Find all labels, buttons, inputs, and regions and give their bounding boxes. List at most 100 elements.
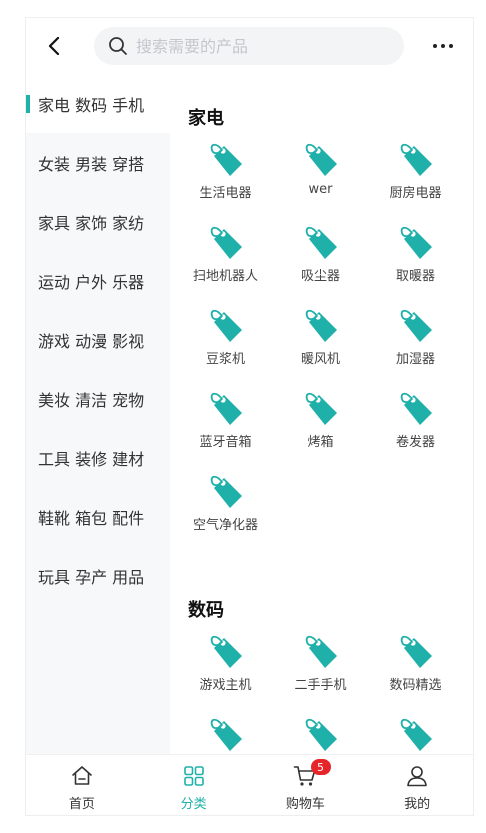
more-dot-icon bbox=[441, 44, 445, 48]
price-tag-icon bbox=[305, 226, 337, 259]
sidebar-item-sports[interactable]: 运动 户外 乐器 bbox=[26, 251, 170, 310]
category-item-label: 烤箱 bbox=[307, 435, 334, 450]
sidebar-item-tools[interactable]: 工具 装修 建材 bbox=[26, 428, 170, 487]
price-tag-icon bbox=[305, 635, 337, 668]
category-item[interactable]: 取暖器 bbox=[368, 217, 463, 300]
price-tag-icon bbox=[305, 392, 337, 425]
price-tag-icon bbox=[400, 309, 432, 342]
section-title: 家电 bbox=[188, 108, 224, 129]
category-item[interactable]: 暖风机 bbox=[273, 300, 368, 383]
sidebar-item-clothing[interactable]: 女装 男装 穿搭 bbox=[26, 133, 170, 192]
sidebar-item-shoes-bags[interactable]: 鞋靴 箱包 配件 bbox=[26, 487, 170, 546]
price-tag-icon bbox=[400, 635, 432, 668]
tab-label: 分类 bbox=[180, 797, 207, 812]
tab-label: 我的 bbox=[404, 797, 431, 812]
category-item-label: 游戏主机 bbox=[199, 678, 252, 693]
category-grid: 游戏主机 二手手机 数码精选 bbox=[170, 626, 473, 754]
price-tag-icon bbox=[210, 143, 242, 176]
category-item[interactable] bbox=[178, 709, 273, 754]
tab-home[interactable]: 首页 bbox=[26, 755, 138, 815]
category-item-label: 暖风机 bbox=[300, 352, 340, 367]
app-frame: 家电 数码 手机 女装 男装 穿搭 家具 家饰 家纺 运动 户外 乐器 游戏 动… bbox=[25, 17, 474, 816]
category-item-label: 空气净化器 bbox=[192, 518, 258, 533]
category-content: 家电 生活电器 wer 厨房电器扫地机器人 吸尘器 取暖器豆浆机 暖风机 加湿器蓝牙音箱 烤箱… bbox=[170, 74, 473, 754]
sidebar-item-label: 家电 数码 手机 bbox=[38, 95, 145, 115]
price-tag-icon bbox=[400, 392, 432, 425]
back-button[interactable] bbox=[40, 32, 68, 60]
category-grid: 生活电器 wer 厨房电器扫地机器人 吸尘器 取暖器豆浆机 暖风机 加湿器蓝牙音箱 烤箱 卷发器… bbox=[170, 134, 473, 549]
sidebar-item-label: 鞋靴 箱包 配件 bbox=[38, 508, 145, 528]
category-item-label: 加湿器 bbox=[395, 352, 435, 367]
category-item[interactable]: 豆浆机 bbox=[178, 300, 273, 383]
category-sidebar: 家电 数码 手机 女装 男装 穿搭 家具 家饰 家纺 运动 户外 乐器 游戏 动… bbox=[26, 74, 170, 754]
price-tag-icon bbox=[210, 718, 242, 751]
search-icon bbox=[108, 36, 128, 56]
home-icon bbox=[72, 766, 92, 785]
price-tag-icon bbox=[210, 392, 242, 425]
category-item[interactable]: 烤箱 bbox=[273, 383, 368, 466]
category-item[interactable]: 加湿器 bbox=[368, 300, 463, 383]
price-tag-icon bbox=[400, 143, 432, 176]
category-item-label: 卷发器 bbox=[395, 435, 435, 450]
category-item[interactable]: 生活电器 bbox=[178, 134, 273, 217]
sidebar-item-label: 工具 装修 建材 bbox=[38, 449, 145, 469]
tab-label: 购物车 bbox=[285, 797, 325, 812]
more-dot-icon bbox=[449, 44, 453, 48]
category-item[interactable]: 蓝牙音箱 bbox=[178, 383, 273, 466]
category-item[interactable]: 空气净化器 bbox=[178, 466, 273, 549]
price-tag-icon bbox=[305, 143, 337, 176]
cart-count-badge: 5 bbox=[310, 759, 331, 775]
category-item[interactable]: 厨房电器 bbox=[368, 134, 463, 217]
category-item-label: wer bbox=[308, 182, 333, 197]
category-item-label: 生活电器 bbox=[199, 186, 252, 201]
price-tag-icon bbox=[210, 475, 242, 508]
price-tag-icon bbox=[305, 718, 337, 751]
price-tag-icon bbox=[210, 635, 242, 668]
category-item-label: 扫地机器人 bbox=[192, 269, 258, 284]
sidebar-item-games[interactable]: 游戏 动漫 影视 bbox=[26, 310, 170, 369]
sidebar-item-furniture[interactable]: 家具 家饰 家纺 bbox=[26, 192, 170, 251]
category-item[interactable]: 数码精选 bbox=[368, 626, 463, 709]
category-item[interactable]: wer bbox=[273, 134, 368, 217]
category-item[interactable] bbox=[273, 709, 368, 754]
category-item[interactable]: 扫地机器人 bbox=[178, 217, 273, 300]
sidebar-item-label: 女装 男装 穿搭 bbox=[38, 154, 145, 174]
sidebar-item-appliances-digital-phones[interactable]: 家电 数码 手机 bbox=[26, 74, 170, 133]
category-item-label: 取暖器 bbox=[395, 269, 435, 284]
sidebar-item-label: 游戏 动漫 影视 bbox=[38, 331, 145, 351]
section-title: 数码 bbox=[188, 600, 224, 621]
category-item[interactable]: 卷发器 bbox=[368, 383, 463, 466]
bottom-tab-bar: 首页 分类 5 购物车 我的 bbox=[26, 754, 473, 815]
tab-cart[interactable]: 5 购物车 bbox=[250, 755, 362, 815]
category-item[interactable]: 二手手机 bbox=[273, 626, 368, 709]
category-icon bbox=[183, 766, 204, 786]
price-tag-icon bbox=[400, 226, 432, 259]
price-tag-icon bbox=[400, 718, 432, 751]
tab-profile[interactable]: 我的 bbox=[361, 755, 473, 815]
category-item-label: 厨房电器 bbox=[389, 186, 442, 201]
sidebar-item-label: 美妆 清洁 宠物 bbox=[38, 390, 145, 410]
more-dot-icon bbox=[433, 44, 437, 48]
user-icon bbox=[407, 766, 427, 787]
tab-category[interactable]: 分类 bbox=[138, 755, 250, 815]
category-item-label: 二手手机 bbox=[294, 678, 347, 693]
category-item[interactable]: 吸尘器 bbox=[273, 217, 368, 300]
category-item-label: 吸尘器 bbox=[300, 269, 340, 284]
top-bar bbox=[26, 18, 473, 74]
search-input[interactable] bbox=[134, 35, 388, 57]
search-bar[interactable] bbox=[94, 27, 404, 65]
sidebar-item-toys-baby[interactable]: 玩具 孕产 用品 bbox=[26, 546, 170, 605]
sidebar-item-beauty[interactable]: 美妆 清洁 宠物 bbox=[26, 369, 170, 428]
price-tag-icon bbox=[210, 309, 242, 342]
sidebar-item-label: 运动 户外 乐器 bbox=[38, 272, 145, 292]
category-item-label: 蓝牙音箱 bbox=[199, 435, 252, 450]
tab-label: 首页 bbox=[68, 797, 95, 812]
category-item-label: 豆浆机 bbox=[205, 352, 245, 367]
sidebar-item-label: 家具 家饰 家纺 bbox=[38, 213, 145, 233]
price-tag-icon bbox=[305, 309, 337, 342]
price-tag-icon bbox=[210, 226, 242, 259]
category-item-label: 数码精选 bbox=[389, 678, 442, 693]
category-item[interactable] bbox=[368, 709, 463, 754]
more-options-button[interactable] bbox=[426, 32, 460, 60]
category-item[interactable]: 游戏主机 bbox=[178, 626, 273, 709]
